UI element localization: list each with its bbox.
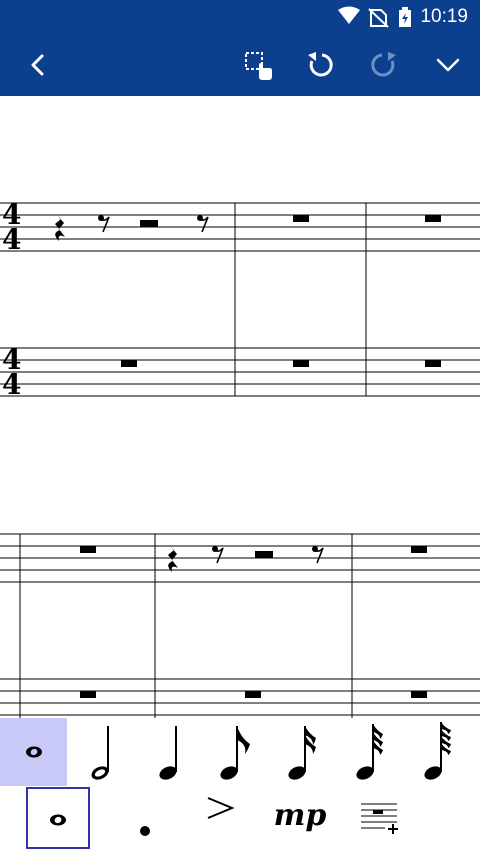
sixtyfourth-note-icon [424, 722, 451, 780]
chevron-left-icon [31, 54, 44, 76]
score-canvas[interactable]: 4 4 4 4 [0, 96, 480, 720]
duration-whole-button[interactable] [0, 718, 67, 786]
svg-text:4: 4 [2, 223, 21, 256]
duration-eighth-button[interactable] [203, 718, 271, 786]
quarter-rest[interactable] [55, 215, 65, 241]
whole-rest[interactable] [293, 215, 309, 222]
barlines-system-2 [19, 534, 353, 720]
duration-half-button[interactable] [67, 718, 135, 786]
duration-32nd-button[interactable] [339, 718, 407, 786]
note-palette: mp [0, 718, 480, 853]
dot-icon [140, 826, 150, 836]
duration-64th-button[interactable] [407, 718, 475, 786]
svg-text:4: 4 [2, 368, 21, 401]
staff-system-1-top [0, 202, 480, 252]
wifi-icon [338, 6, 360, 24]
quarter-rest[interactable] [168, 546, 178, 572]
add-measure-icon [361, 803, 398, 834]
battery-charging-icon [399, 7, 411, 27]
whole-rest[interactable] [80, 546, 96, 553]
whole-rest[interactable] [425, 215, 441, 222]
dynamic-mp-label: mp [273, 797, 327, 833]
score-svg: 4 4 4 4 [0, 198, 480, 720]
status-bar: 10:19 [0, 0, 480, 34]
chevron-down-icon [436, 58, 460, 72]
select-region-button[interactable] [228, 34, 288, 96]
time-signature-top: 4 4 [2, 198, 21, 256]
whole-rest[interactable] [425, 360, 441, 367]
eighth-rest[interactable] [311, 545, 324, 564]
eighth-rest[interactable] [97, 214, 110, 233]
accent-button[interactable] [190, 787, 250, 849]
whole-rest[interactable] [245, 691, 261, 698]
top-toolbar [0, 34, 480, 96]
quarter-note-icon [159, 726, 177, 780]
status-time: 10:19 [420, 6, 468, 27]
duration-16th-button[interactable] [271, 718, 339, 786]
eighth-rest[interactable] [196, 214, 209, 233]
redo-icon [371, 52, 396, 77]
dynamic-mp-button[interactable]: mp [265, 787, 335, 849]
eighth-note-icon [220, 726, 250, 780]
half-rest[interactable] [140, 220, 158, 227]
half-note-icon [91, 726, 109, 780]
accent-icon [207, 797, 235, 819]
duration-quarter-button[interactable] [135, 718, 203, 786]
eighth-rest[interactable] [211, 545, 224, 564]
whole-rest[interactable] [411, 691, 427, 698]
half-rest[interactable] [255, 551, 273, 558]
whole-note-icon [50, 814, 66, 826]
add-measure-button[interactable] [350, 787, 410, 849]
whole-note-icon [25, 746, 42, 758]
staff-system-2-bottom [0, 678, 480, 716]
status-icons [338, 6, 411, 28]
back-button[interactable] [8, 34, 68, 96]
collapse-button[interactable] [418, 34, 478, 96]
whole-rest[interactable] [121, 360, 137, 367]
staff-system-1-bottom [0, 347, 480, 397]
staff-system-2-top [0, 533, 480, 583]
tool-whole-note-button[interactable] [26, 787, 90, 849]
select-region-icon [245, 52, 272, 80]
whole-rest[interactable] [293, 360, 309, 367]
no-sim-icon [368, 8, 389, 28]
whole-rest[interactable] [411, 546, 427, 553]
sixteenth-note-icon [288, 726, 316, 780]
time-signature-bottom: 4 4 [2, 343, 21, 401]
barlines-system-1 [234, 203, 367, 396]
dot-button[interactable] [115, 787, 175, 849]
undo-button[interactable] [290, 34, 350, 96]
whole-rest[interactable] [80, 691, 96, 698]
undo-icon [308, 52, 333, 77]
thirtysecond-note-icon [356, 724, 383, 780]
redo-button[interactable] [354, 34, 414, 96]
